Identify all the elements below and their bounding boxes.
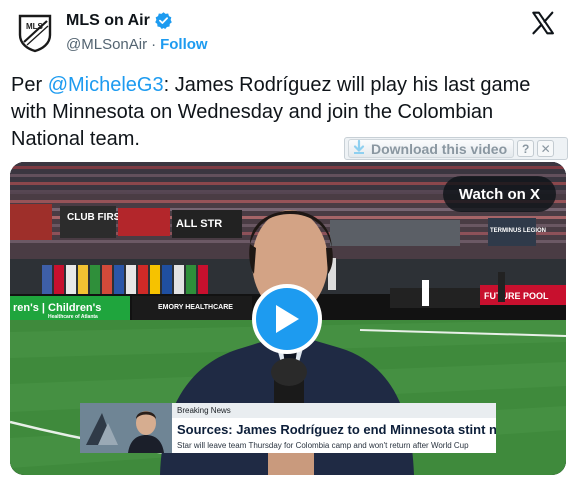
handle-row: @MLSonAir · Follow [66, 36, 208, 53]
play-button[interactable] [252, 284, 322, 354]
board-club-first: CLUB FIRST [67, 212, 126, 223]
download-toolbar: Download this video ? ✕ [344, 137, 568, 160]
account-handle[interactable]: @MLSonAir [66, 36, 147, 53]
tweet-header: MLS MLS on Air @MLSonAir · Follow [14, 10, 560, 60]
verified-badge-icon [154, 11, 173, 30]
board-childrens-sub: Healthcare of Atlanta [48, 314, 98, 320]
lower-third-thumbnail [80, 403, 172, 453]
name-row: MLS on Air [66, 11, 173, 30]
watch-on-x-button[interactable]: Watch on X [442, 176, 556, 212]
tweet-prefix: Per [11, 74, 48, 96]
mls-logo-icon: MLS [18, 14, 52, 53]
video-player[interactable]: CLUB FIRST ALL STR TERMINUS LEGION ren's… [10, 162, 566, 475]
close-icon[interactable]: ✕ [537, 140, 555, 157]
download-video-label: Download this video [371, 140, 508, 157]
board-future: FUTURE POOL [484, 291, 549, 301]
download-arrow-icon [351, 139, 367, 158]
lower-third-headline: Sources: James Rodríguez to end Minnesot… [172, 418, 496, 440]
board-all-str: ALL STR [176, 218, 222, 230]
board-childrens: ren's | Children's [13, 302, 101, 314]
help-icon[interactable]: ? [517, 140, 535, 157]
lower-third-tag: Breaking News [172, 403, 496, 418]
x-logo-icon[interactable] [530, 10, 556, 36]
board-emory: EMORY HEALTHCARE [158, 304, 233, 311]
news-lower-third: Breaking News Sources: James Rodríguez t… [80, 403, 496, 453]
avatar[interactable]: MLS [14, 12, 56, 54]
separator-dot: · [151, 36, 157, 53]
download-video-button[interactable]: Download this video [348, 139, 515, 158]
follow-button[interactable]: Follow [160, 36, 208, 53]
board-terminus: TERMINUS LEGION [490, 228, 546, 234]
mention-link[interactable]: @MicheleG3 [48, 74, 164, 96]
play-icon [276, 305, 299, 333]
lower-third-subline: Star will leave team Thursday for Colomb… [172, 440, 496, 453]
avatar-text: MLS [26, 22, 44, 31]
display-name[interactable]: MLS on Air [66, 12, 150, 30]
